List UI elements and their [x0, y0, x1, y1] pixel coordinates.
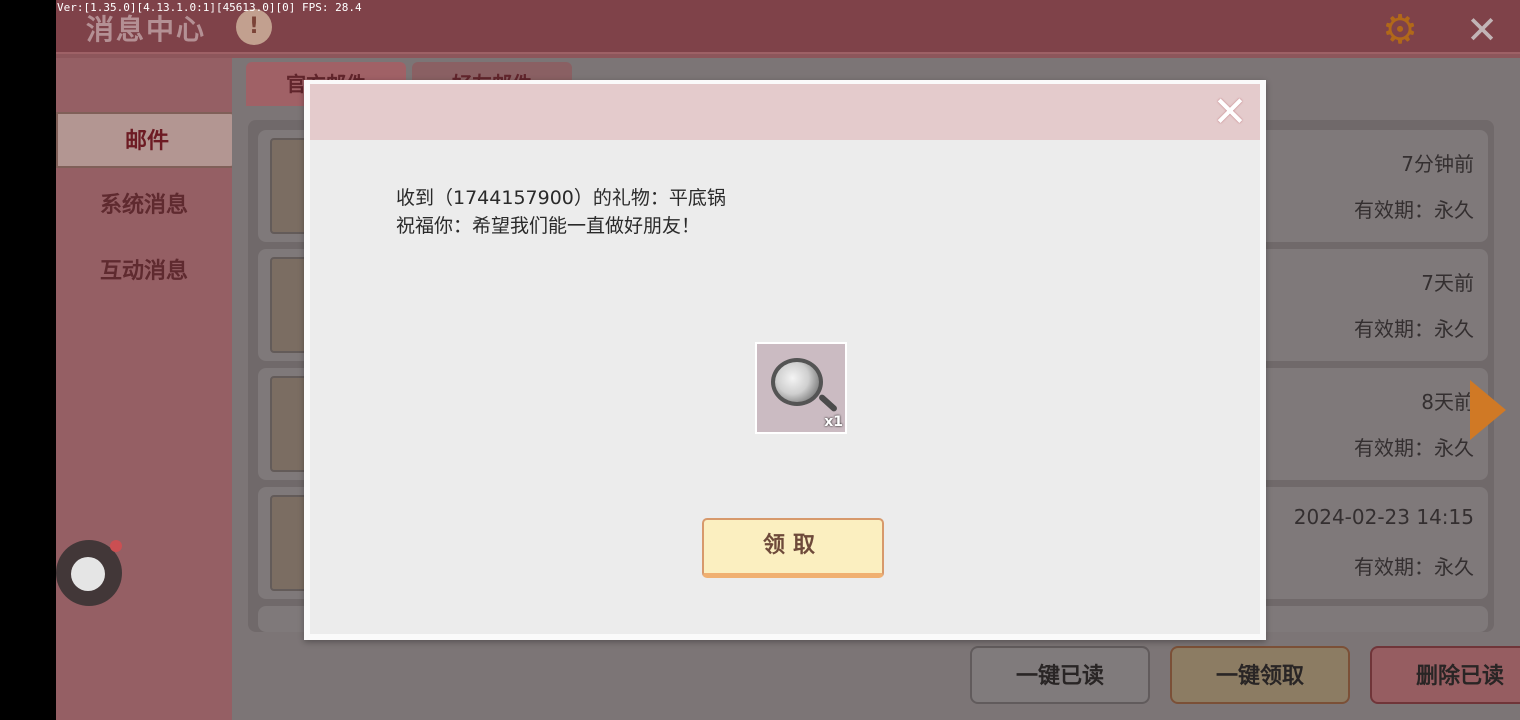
- gift-message: 收到（1744157900）的礼物：平底锅 祝福你：希望我们能一直做好朋友！: [396, 184, 726, 240]
- frying-pan-handle: [817, 393, 839, 413]
- close-icon[interactable]: ✕: [1210, 91, 1250, 133]
- gift-message-line1: 收到（1744157900）的礼物：平底锅: [396, 187, 726, 209]
- claim-button[interactable]: 领取: [702, 518, 884, 578]
- frying-pan-icon: [771, 358, 823, 406]
- gift-item-slot[interactable]: x1: [755, 342, 847, 434]
- gift-dialog: ✕ 收到（1744157900）的礼物：平底锅 祝福你：希望我们能一直做好朋友！…: [304, 80, 1266, 640]
- item-quantity: x1: [824, 414, 843, 430]
- gift-message-line2: 祝福你：希望我们能一直做好朋友！: [396, 215, 701, 237]
- debug-overlay: Ver:[1.35.0][4.13.1.0:1][45613.0][0] FPS…: [57, 1, 362, 14]
- message-center-screen: 消息中心 ! ⚙ ✕ 邮件 系统消息 互动消息 官方邮件 好友邮件 7分钟前 有…: [56, 0, 1520, 720]
- dialog-header: ✕: [310, 84, 1260, 140]
